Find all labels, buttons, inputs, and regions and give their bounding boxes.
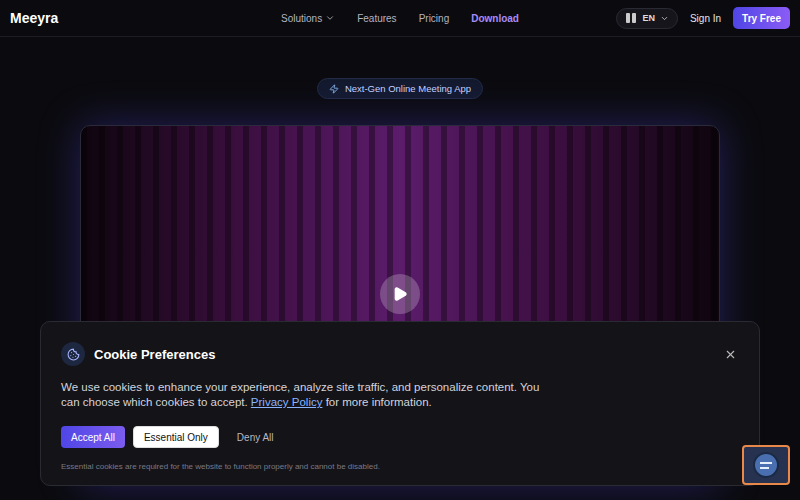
nav-links: Solutions Features Pricing Download [281,13,519,24]
lightning-icon [329,84,339,94]
cookie-title: Cookie Preferences [94,347,713,362]
nav-actions: EN Sign In Try Free [519,7,790,29]
chevron-down-icon [660,14,669,23]
cookie-banner: Cookie Preferences We use cookies to enha… [40,321,760,486]
cookie-button[interactable]: Essential Only [133,426,219,448]
close-button[interactable] [722,346,739,363]
nav-link[interactable]: Solutions [281,13,335,24]
try-free-button[interactable]: Try Free [733,7,790,29]
navbar: MeeyraSolutionsFeaturesPricingDownloadEN… [0,0,800,37]
cookie-button[interactable]: Deny All [227,426,284,448]
cookie-note: Essential cookies are required for the w… [61,462,739,471]
language-icon [625,12,637,24]
privacy-policy-link[interactable]: Privacy Policy [251,396,323,408]
nav-link[interactable]: Pricing [419,13,450,24]
cookie-button[interactable]: Accept All [61,426,125,448]
hero-badge: Next-Gen Online Meeting App [317,78,483,99]
chat-widget-icon [751,450,781,480]
nav-link[interactable]: Download [471,13,519,24]
cookie-text: We use cookies to enhance your experienc… [61,380,541,410]
close-icon [724,348,737,361]
cookie-buttons: Accept All Essential Only Deny All [61,426,739,448]
language-selector[interactable]: EN [616,8,678,29]
play-button[interactable] [380,274,420,314]
cookie-icon [67,348,80,361]
logo[interactable]: Meeyra [10,10,281,26]
chevron-down-icon [325,13,335,23]
cookie-badge [61,342,85,366]
page: MeeyraSolutionsFeaturesPricingDownloadEN… [0,0,800,500]
play-icon [392,286,408,302]
sign-in-link[interactable]: Sign In [690,13,721,24]
chat-widget[interactable] [742,445,790,485]
nav-link[interactable]: Features [357,13,396,24]
